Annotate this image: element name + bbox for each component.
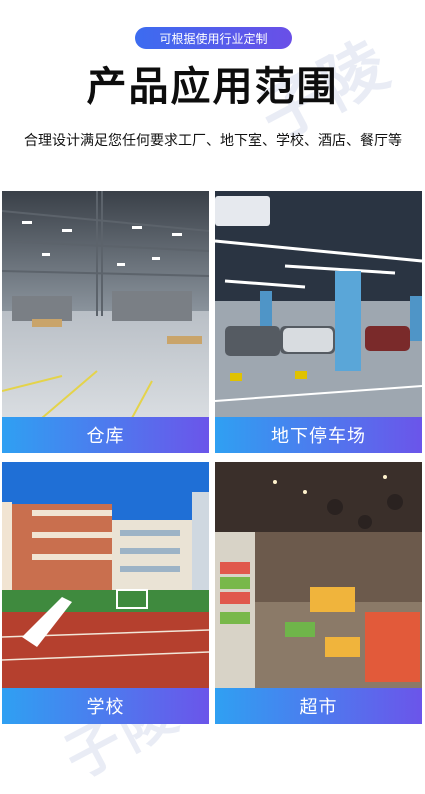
application-description: 合理设计满足您任何要求工厂、地下室、学校、酒店、餐厅等: [24, 133, 402, 149]
supermarket-photo: [215, 462, 422, 689]
parking-caption: 地下停车场: [215, 417, 422, 453]
warehouse-caption: 仓库: [2, 417, 209, 453]
school-caption: 学校: [2, 688, 209, 724]
customizable-badge: 可根据使用行业定制: [135, 27, 292, 49]
supermarket-card: 超市: [215, 462, 422, 724]
parking-photo: [215, 191, 422, 418]
school-card: 学校: [2, 462, 209, 724]
page-title: 产品应用范围: [86, 64, 339, 110]
warehouse-photo: [2, 191, 209, 418]
warehouse-card: 仓库: [2, 191, 209, 453]
supermarket-caption: 超市: [215, 688, 422, 724]
parking-card: 地下停车场: [215, 191, 422, 453]
school-photo: [2, 462, 209, 689]
